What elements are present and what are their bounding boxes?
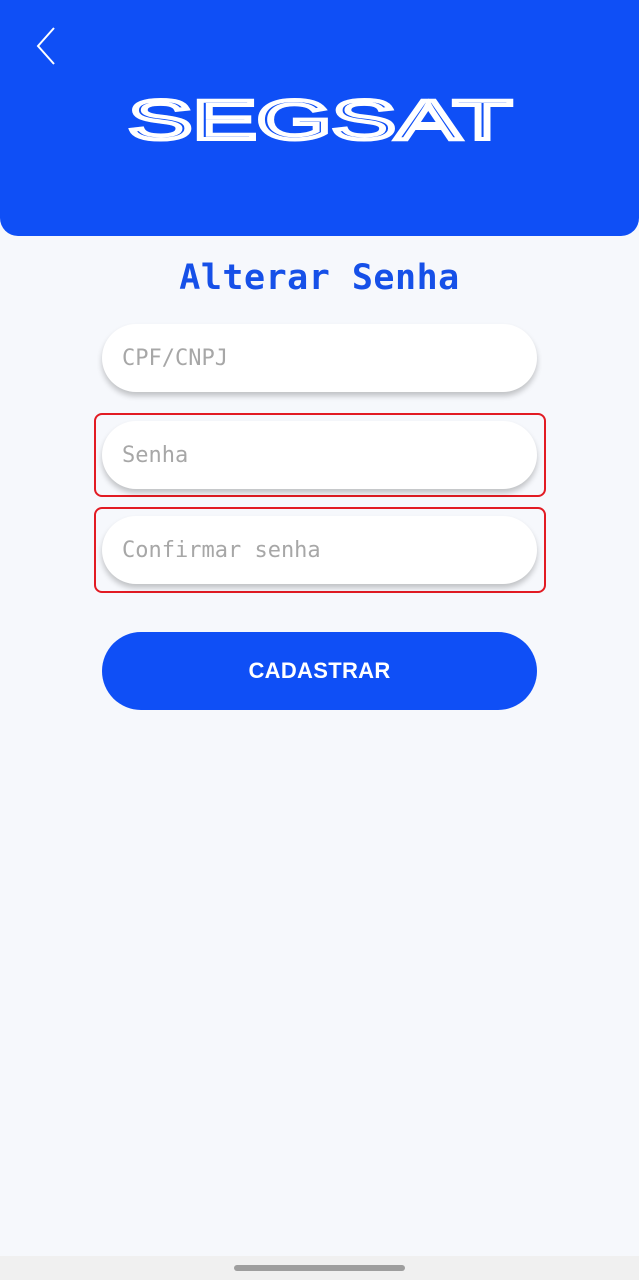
back-button[interactable] (22, 18, 72, 74)
confirmar-senha-field (94, 507, 546, 593)
system-navigation-bar (0, 1256, 639, 1280)
chevron-left-icon (36, 27, 55, 65)
cadastrar-button[interactable]: CADASTRAR (102, 632, 537, 710)
app-header: SEGSAT (0, 0, 639, 236)
senha-input[interactable] (102, 421, 537, 489)
cpf-cnpj-input[interactable] (102, 324, 537, 392)
gesture-handle[interactable] (234, 1265, 405, 1271)
confirmar-senha-input[interactable] (102, 516, 537, 584)
brand-logo-text: SEGSAT (128, 94, 512, 146)
brand-logo: SEGSAT (126, 94, 514, 146)
page-title: Alterar Senha (179, 258, 460, 298)
senha-field (94, 413, 546, 497)
cpf-cnpj-field (94, 316, 546, 400)
